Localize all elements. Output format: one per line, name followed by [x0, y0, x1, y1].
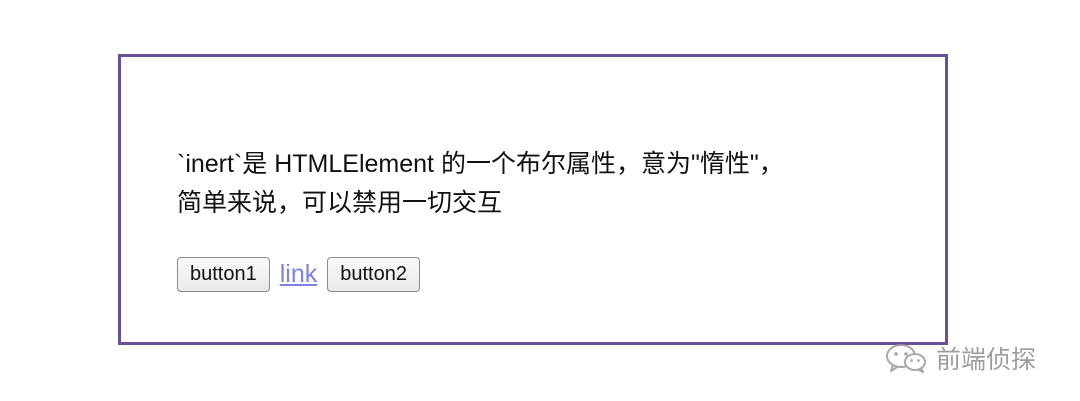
button2[interactable]: button2 [327, 257, 420, 292]
demo-link[interactable]: link [278, 257, 320, 292]
demo-container: `inert`是 HTMLElement 的一个布尔属性，意为"惰性"， 简单来… [118, 54, 948, 345]
button1[interactable]: button1 [177, 257, 270, 292]
description-line-1: `inert`是 HTMLElement 的一个布尔属性，意为"惰性"， [177, 150, 784, 178]
controls-row: button1 link button2 [177, 257, 420, 292]
page: `inert`是 HTMLElement 的一个布尔属性，意为"惰性"， 简单来… [0, 0, 1080, 401]
description-text: `inert`是 HTMLElement 的一个布尔属性，意为"惰性"， 简单来… [177, 145, 917, 223]
watermark-text: 前端侦探 [936, 345, 1037, 374]
watermark: 前端侦探 [884, 340, 1036, 376]
description-line-2: 简单来说，可以禁用一切交互 [177, 189, 503, 217]
wechat-icon [884, 342, 930, 374]
